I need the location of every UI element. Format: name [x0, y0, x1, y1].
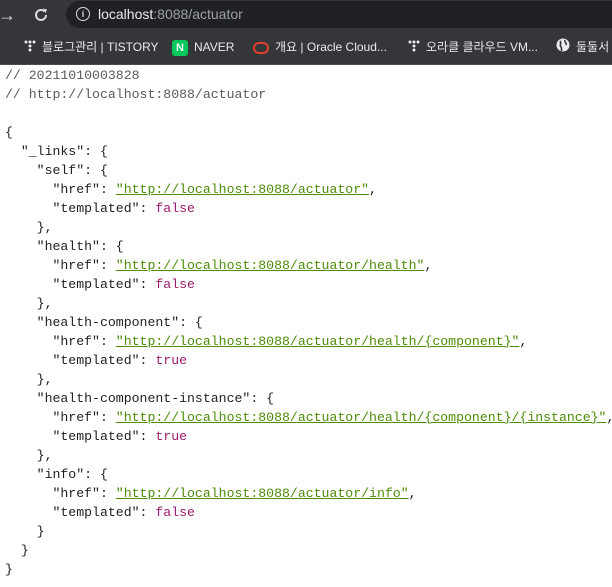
bookmark-label: 오라클 클라우드 VM...	[426, 40, 538, 54]
link-name: "info"	[36, 467, 85, 482]
href-link[interactable]: "http://localhost:8088/actuator/health"	[116, 258, 425, 273]
url-comment: // http://localhost:8088/actuator	[5, 87, 267, 102]
bookmark-label: 개요 | Oracle Cloud...	[275, 40, 387, 54]
bookmark-label: 블로그관리 | TISTORY	[42, 40, 159, 54]
timestamp-comment: // 20211010003828	[5, 68, 140, 83]
globe-icon	[556, 38, 570, 57]
bookmarks-bar: 블로그관리 | TISTORY N NAVER 개요 | Oracle Cloud…	[0, 29, 612, 65]
json-key-links: "_links"	[20, 144, 85, 159]
bookmark-label: 둘둘서	[576, 40, 610, 54]
href-link[interactable]: "http://localhost:8088/actuator"	[116, 182, 369, 197]
bookmark-partial[interactable]	[0, 38, 5, 56]
info-icon[interactable]: i	[76, 7, 90, 21]
href-link[interactable]: "http://localhost:8088/actuator/info"	[116, 486, 409, 501]
templated-value: true	[155, 429, 188, 444]
templated-key: "templated"	[52, 429, 140, 444]
link-name: "self"	[36, 163, 85, 178]
bookmark-tistory[interactable]: 블로그관리 | TISTORY	[24, 38, 159, 56]
href-key: "href"	[52, 486, 100, 501]
link-name: "health-component-instance"	[36, 391, 251, 406]
templated-value: true	[155, 353, 188, 368]
oracle-icon	[253, 41, 269, 54]
tistory-icon	[24, 39, 36, 57]
href-key: "href"	[52, 258, 100, 273]
bookmark-partial-icon	[0, 41, 5, 51]
templated-key: "templated"	[52, 505, 140, 520]
tistory-icon	[408, 39, 420, 57]
templated-value: false	[155, 201, 195, 216]
bookmark-globe[interactable]: 둘둘서	[556, 38, 609, 56]
href-key: "href"	[52, 410, 100, 425]
templated-value: false	[155, 277, 195, 292]
url-text[interactable]: localhost:8088/actuator	[98, 6, 243, 22]
link-name: "health-component"	[36, 315, 180, 330]
href-key: "href"	[52, 334, 100, 349]
address-bar[interactable]: i localhost:8088/actuator	[66, 1, 612, 28]
href-link[interactable]: "http://localhost:8088/actuator/health/{…	[116, 410, 607, 425]
forward-icon[interactable]: →	[0, 4, 18, 26]
link-name: "health"	[36, 239, 100, 254]
naver-icon: N	[172, 39, 188, 56]
bookmark-oracle-cloud[interactable]: 개요 | Oracle Cloud...	[253, 38, 387, 56]
templated-key: "templated"	[52, 353, 140, 368]
url-host: localhost	[98, 6, 154, 22]
reload-icon[interactable]	[30, 4, 52, 26]
bookmark-naver[interactable]: N NAVER	[172, 38, 234, 56]
bookmark-label: NAVER	[194, 40, 235, 54]
browser-toolbar: → i localhost:8088/actuator	[0, 0, 612, 29]
href-key: "href"	[52, 182, 100, 197]
templated-key: "templated"	[52, 277, 140, 292]
url-path: :8088/actuator	[153, 6, 243, 22]
json-viewer: // 20211010003828 // http://localhost:80…	[5, 68, 612, 577]
href-link[interactable]: "http://localhost:8088/actuator/health/{…	[116, 334, 520, 349]
bookmark-oracle-vm[interactable]: 오라클 클라우드 VM...	[408, 38, 538, 56]
templated-key: "templated"	[52, 201, 140, 216]
templated-value: false	[155, 505, 195, 520]
